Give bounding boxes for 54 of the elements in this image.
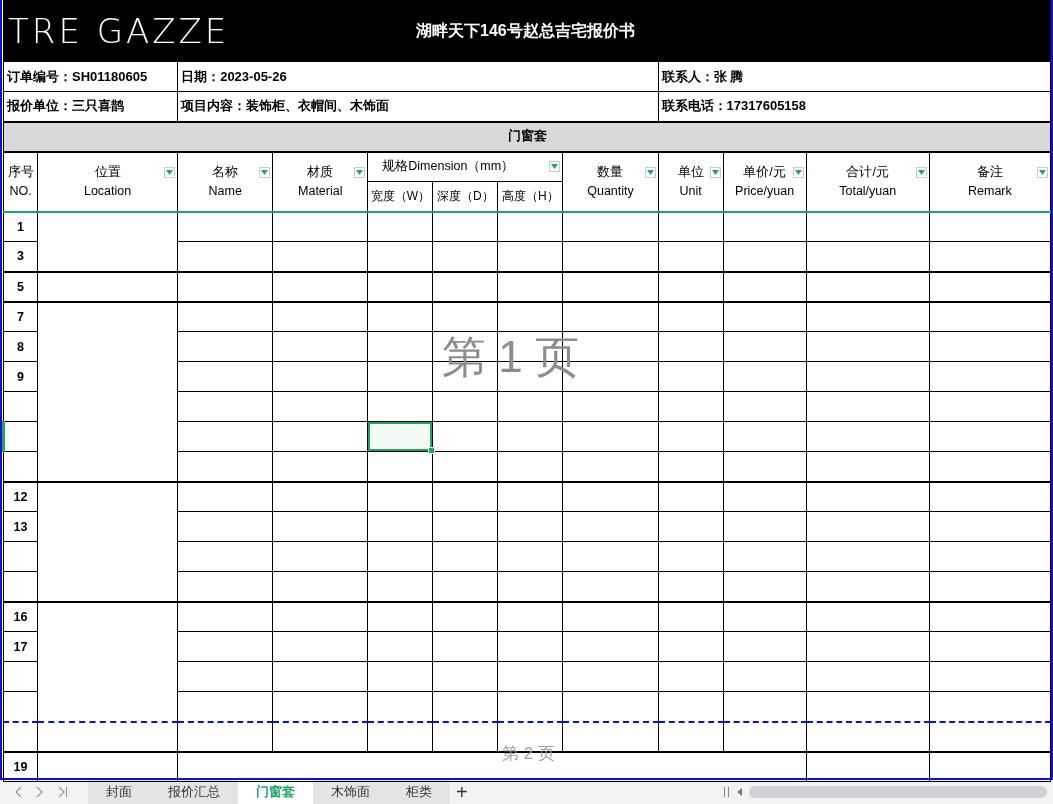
row-number: 1 <box>3 211 38 242</box>
filter-dropdown-icon[interactable] <box>915 166 927 178</box>
quote-title: 湖畔天下146号赵总吉宅报价书 <box>416 20 635 41</box>
table-cell[interactable] <box>367 601 433 632</box>
table-cell[interactable] <box>367 361 433 392</box>
table-cell[interactable] <box>367 331 433 362</box>
filter-dropdown-icon[interactable] <box>259 166 271 178</box>
column-header: 深度（D） <box>432 181 498 212</box>
column-header: 序号 NO. <box>3 151 38 212</box>
row-number: 13 <box>3 511 38 542</box>
table-cell[interactable] <box>367 721 433 752</box>
next-sheet-icon[interactable] <box>36 786 44 798</box>
table-cell[interactable] <box>367 301 433 332</box>
table-cell[interactable] <box>367 211 433 242</box>
previous-sheet-icon[interactable] <box>14 786 22 798</box>
table-cell[interactable] <box>367 391 433 422</box>
table-cell[interactable] <box>367 421 433 452</box>
info-cell: 订单编号：SH01180605 <box>3 61 178 92</box>
sheet-tab[interactable]: 报价汇总 <box>150 780 238 804</box>
table-cell[interactable] <box>367 511 433 542</box>
sheet-tab[interactable]: 木饰面 <box>313 780 388 804</box>
sheet-tab[interactable]: 封面 <box>88 780 150 804</box>
filter-dropdown-icon[interactable] <box>792 166 804 178</box>
splitter-handle[interactable] <box>724 787 729 797</box>
scrollbar-thumb[interactable] <box>749 786 1047 798</box>
table-cell[interactable] <box>367 541 433 572</box>
column-header: 规格Dimension（mm） <box>367 151 563 182</box>
filter-dropdown-icon[interactable] <box>709 166 721 178</box>
info-cell: 联系人：张 腾 <box>658 61 1051 92</box>
filter-dropdown-icon[interactable] <box>354 166 366 178</box>
info-cell: 日期：2023-05-26 <box>177 61 659 92</box>
row-number: 12 <box>3 481 38 512</box>
filter-dropdown-icon[interactable] <box>1037 166 1048 178</box>
table-cell[interactable] <box>367 661 433 692</box>
table-cell[interactable] <box>367 271 433 302</box>
row-number: 7 <box>3 301 38 332</box>
add-sheet-button[interactable]: + <box>456 780 468 804</box>
section-title: 门窗套 <box>3 121 1051 152</box>
row-number: 5 <box>3 271 38 302</box>
column-header: 数量 Quantity <box>562 151 659 212</box>
last-sheet-icon[interactable] <box>58 786 68 798</box>
row-number: 9 <box>3 361 38 392</box>
table-cell[interactable] <box>367 631 433 662</box>
table-cell[interactable] <box>367 481 433 512</box>
logo: TRE GAZZE <box>7 11 231 51</box>
scroll-left-icon[interactable] <box>737 788 743 796</box>
filter-dropdown-icon[interactable] <box>549 160 561 172</box>
row-number: 16 <box>3 601 38 632</box>
filter-dropdown-icon[interactable] <box>644 166 656 178</box>
row-number: 8 <box>3 331 38 362</box>
row-number: 17 <box>3 631 38 662</box>
sheet-tab[interactable]: 柜类 <box>388 780 450 804</box>
column-header: 宽度（W） <box>367 181 433 212</box>
filter-dropdown-icon[interactable] <box>164 166 176 178</box>
